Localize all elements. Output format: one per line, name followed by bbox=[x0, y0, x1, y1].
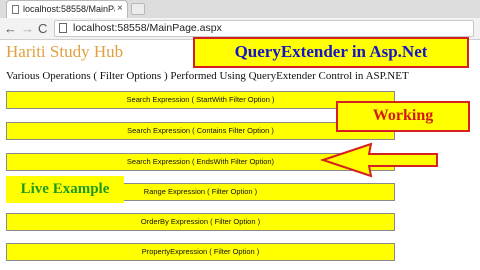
new-tab-button[interactable] bbox=[131, 3, 145, 15]
back-icon[interactable]: ← bbox=[4, 21, 17, 37]
title-banner: QueryExtender in Asp.Net bbox=[193, 37, 469, 68]
site-title: Hariti Study Hub bbox=[6, 42, 124, 61]
orderby-filter-button[interactable]: OrderBy Expression ( Filter Option ) bbox=[6, 213, 395, 231]
document-icon bbox=[12, 5, 19, 14]
left-arrow-icon bbox=[319, 142, 438, 178]
tab-title: localhost:58558/MainPa... bbox=[23, 4, 115, 14]
close-icon[interactable]: × bbox=[117, 3, 123, 15]
browser-tab[interactable]: localhost:58558/MainPa... × bbox=[6, 0, 128, 18]
address-bar[interactable]: localhost:58558/MainPage.aspx bbox=[54, 20, 474, 37]
forward-icon[interactable]: → bbox=[21, 21, 34, 37]
working-label: Working bbox=[336, 101, 470, 132]
browser-tab-bar: localhost:58558/MainPa... × bbox=[0, 0, 480, 18]
reload-icon[interactable]: C bbox=[38, 21, 47, 37]
page-description: Various Operations ( Filter Options ) Pe… bbox=[6, 70, 409, 82]
page-icon bbox=[59, 23, 67, 33]
live-example-label: Live Example bbox=[6, 176, 124, 203]
property-filter-button[interactable]: PropertyExpression ( Filter Option ) bbox=[6, 243, 395, 261]
url-text[interactable]: localhost:58558/MainPage.aspx bbox=[73, 22, 222, 34]
